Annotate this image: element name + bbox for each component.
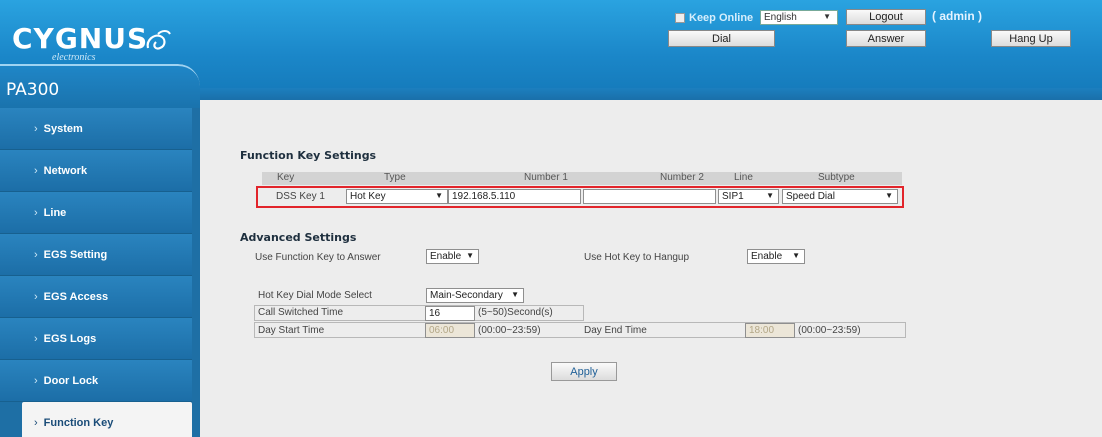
chevron-right-icon: › bbox=[34, 122, 38, 135]
column-header: Number 1 bbox=[524, 172, 568, 183]
line-value: SIP1 bbox=[722, 191, 744, 202]
fk-answer-value: Enable bbox=[430, 251, 462, 262]
chevron-right-icon: › bbox=[34, 164, 38, 177]
sidebar-item-label: EGS Logs bbox=[43, 332, 97, 345]
sidebar-item-label: Function Key bbox=[43, 416, 114, 429]
current-user: ( admin ) bbox=[932, 9, 982, 23]
brand-sub: electronics bbox=[52, 52, 96, 63]
chevron-down-icon: ▼ bbox=[885, 191, 893, 200]
advanced-settings-title: Advanced Settings bbox=[240, 231, 357, 244]
day-end-input[interactable]: 18:00 bbox=[745, 323, 795, 338]
sidebar-item-label: Network bbox=[43, 164, 88, 177]
keep-online-label: Keep Online bbox=[689, 12, 754, 24]
column-header: Number 2 bbox=[660, 172, 704, 183]
line-select[interactable]: SIP1 ▼ bbox=[718, 189, 779, 204]
dial-mode-label: Hot Key Dial Mode Select bbox=[258, 290, 372, 301]
dial-button[interactable]: Dial bbox=[668, 30, 775, 47]
day-start-input[interactable]: 06:00 bbox=[425, 323, 475, 338]
chevron-down-icon: ▼ bbox=[766, 191, 774, 200]
call-switched-input[interactable]: 16 bbox=[425, 306, 475, 321]
sidebar-item-egs-access[interactable]: › EGS Access bbox=[0, 276, 192, 318]
sidebar-item-egs-setting[interactable]: › EGS Setting bbox=[0, 234, 192, 276]
sidebar-item-network[interactable]: › Network bbox=[0, 150, 192, 192]
number2-input[interactable] bbox=[583, 189, 716, 204]
apply-button[interactable]: Apply bbox=[551, 362, 617, 381]
keep-online-checkbox[interactable] bbox=[675, 13, 685, 23]
sidebar-item-door-lock[interactable]: › Door Lock bbox=[0, 360, 192, 402]
chevron-right-icon: › bbox=[34, 416, 38, 429]
chevron-down-icon: ▼ bbox=[792, 251, 800, 260]
sidebar-item-label: System bbox=[43, 122, 83, 135]
chevron-right-icon: › bbox=[34, 206, 38, 219]
number1-input[interactable]: 192.168.5.110 bbox=[448, 189, 581, 204]
fk-answer-label: Use Function Key to Answer bbox=[255, 252, 381, 263]
sidebar-item-system[interactable]: › System bbox=[0, 108, 192, 150]
fk-answer-select[interactable]: Enable ▼ bbox=[426, 249, 479, 264]
function-key-row-highlighted: DSS Key 1 Hot Key ▼ 192.168.5.110 SIP1 ▼… bbox=[256, 186, 904, 208]
sidebar: PA300 › System › Network › Line › EGS Settin… bbox=[0, 64, 200, 437]
type-select[interactable]: Hot Key ▼ bbox=[346, 189, 448, 204]
brand-logo: CYGNUS electronics bbox=[12, 22, 182, 63]
day-end-label: Day End Time bbox=[584, 325, 647, 336]
product-name: PA300 bbox=[6, 80, 60, 100]
brand-name: CYGNUS bbox=[12, 22, 149, 55]
sidebar-item-line[interactable]: › Line bbox=[0, 192, 192, 234]
sidebar-item-egs-logs[interactable]: › EGS Logs bbox=[0, 318, 192, 360]
chevron-down-icon: ▼ bbox=[511, 290, 519, 299]
chevron-down-icon: ▼ bbox=[823, 12, 831, 21]
dial-mode-select[interactable]: Main-Secondary ▼ bbox=[426, 288, 524, 303]
answer-button[interactable]: Answer bbox=[846, 30, 926, 47]
hotkey-hangup-select[interactable]: Enable ▼ bbox=[747, 249, 805, 264]
language-select[interactable]: English ▼ bbox=[760, 10, 838, 25]
chevron-right-icon: › bbox=[34, 290, 38, 303]
subtype-select[interactable]: Speed Dial ▼ bbox=[782, 189, 898, 204]
keep-online-toggle[interactable]: Keep Online bbox=[675, 11, 753, 25]
sidebar-header: PA300 bbox=[0, 64, 200, 108]
call-switched-hint: (5~50)Second(s) bbox=[478, 307, 553, 318]
key-name: DSS Key 1 bbox=[276, 191, 325, 202]
hang-up-button[interactable]: Hang Up bbox=[991, 30, 1071, 47]
swan-logo-icon bbox=[146, 30, 171, 50]
function-key-settings-title: Function Key Settings bbox=[240, 149, 377, 162]
sidebar-menu: › System › Network › Line › EGS Setting › EGS… bbox=[0, 108, 192, 437]
chevron-right-icon: › bbox=[34, 248, 38, 261]
sidebar-item-function-key[interactable]: › Function Key bbox=[22, 402, 192, 437]
call-switched-label: Call Switched Time bbox=[258, 307, 344, 318]
chevron-down-icon: ▼ bbox=[466, 251, 474, 260]
column-header: Subtype bbox=[818, 172, 855, 183]
type-value: Hot Key bbox=[350, 191, 386, 202]
function-key-table-header: Key Type Number 1 Number 2 Line Subtype bbox=[262, 172, 902, 185]
sidebar-item-label: Line bbox=[43, 206, 67, 219]
sidebar-item-label: EGS Setting bbox=[43, 248, 108, 261]
language-value: English bbox=[764, 12, 797, 23]
column-header: Line bbox=[734, 172, 753, 183]
chevron-down-icon: ▼ bbox=[435, 191, 443, 200]
column-header: Key bbox=[277, 172, 295, 183]
hotkey-hangup-value: Enable bbox=[751, 251, 783, 262]
column-header: Type bbox=[384, 172, 406, 183]
chevron-right-icon: › bbox=[34, 332, 38, 345]
day-start-hint: (00:00~23:59) bbox=[478, 325, 541, 336]
subtype-value: Speed Dial bbox=[786, 191, 835, 202]
logout-button[interactable]: Logout bbox=[846, 9, 926, 25]
day-end-hint: (00:00~23:59) bbox=[798, 325, 861, 336]
sidebar-item-label: Door Lock bbox=[43, 374, 99, 387]
sidebar-item-label: EGS Access bbox=[43, 290, 109, 303]
hotkey-hangup-label: Use Hot Key to Hangup bbox=[584, 252, 690, 263]
day-start-label: Day Start Time bbox=[258, 325, 325, 336]
dial-mode-value: Main-Secondary bbox=[430, 290, 503, 301]
chevron-right-icon: › bbox=[34, 374, 38, 387]
